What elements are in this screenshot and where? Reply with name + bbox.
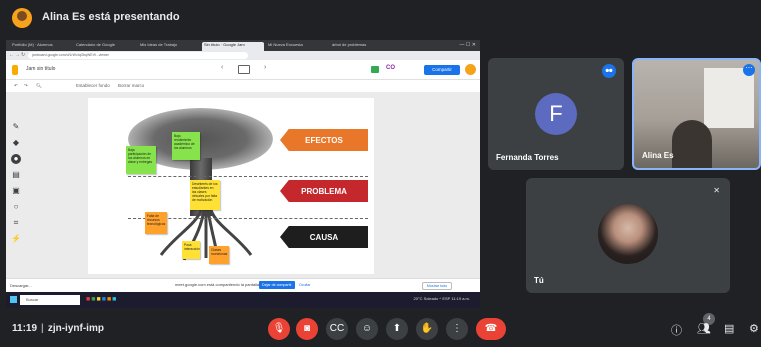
frame-bar-icon[interactable] <box>238 65 250 74</box>
browser-tab-active[interactable]: Sin título · Google Jam <box>202 42 264 51</box>
circle-icon[interactable]: ○ <box>11 202 21 212</box>
zoom-icon[interactable]: 🔍︎ <box>36 83 42 89</box>
windows-taskbar: Buscar ■■■■■■ 20°C Soleado ^ ESP 11:19 a… <box>6 292 480 308</box>
causa-banner[interactable]: CAUSA <box>280 226 368 248</box>
taskbar-search[interactable]: Buscar <box>20 295 80 305</box>
video-background <box>704 68 754 128</box>
participant-tile-alina[interactable]: ⋯ Alina Es <box>632 58 761 170</box>
sticky-note[interactable]: Poca interacción <box>182 241 200 259</box>
presenting-title: Alina Es está presentando <box>42 11 180 23</box>
redo-icon[interactable]: ↷ <box>24 83 28 89</box>
sticky-note[interactable]: Baja participación de los alumnos en cla… <box>126 146 156 174</box>
window-controls-icon[interactable]: — ☐ ✕ <box>460 42 476 48</box>
account-avatar[interactable] <box>465 64 476 75</box>
download-item[interactable]: Descargar... <box>10 283 32 288</box>
select-icon[interactable]: ● <box>11 154 21 164</box>
participant-tile-fernanda[interactable]: ⦁⦁ F Fernanda Torres <box>488 58 624 170</box>
start-icon[interactable] <box>10 296 17 303</box>
browser-tab[interactable]: Calendario de Google <box>74 42 136 51</box>
present-button[interactable]: ⬆ <box>386 318 408 340</box>
meeting-code: zjn-iynf-imp <box>47 323 104 334</box>
address-bar: ← → ↻ jamboard.google.com/d/1rWvIqOkqWEr… <box>6 51 480 60</box>
more-options-button[interactable]: ⋮ <box>446 318 468 340</box>
speaking-indicator-icon: ⦁⦁ <box>602 64 616 78</box>
activities-icon[interactable]: ⚙ <box>749 322 759 335</box>
problema-banner[interactable]: PROBLEMA <box>280 180 368 202</box>
eraser-icon[interactable]: ◆ <box>11 138 21 148</box>
clear-frame-button[interactable]: Borrar marco <box>118 83 144 88</box>
show-all-button[interactable]: Mostrar todo <box>422 282 452 290</box>
participant-name: Fernanda Torres <box>496 153 559 162</box>
sticky-note-icon[interactable]: ▤ <box>11 170 21 180</box>
top-bar: Alina Es está presentando <box>0 0 761 38</box>
presenter-avatar <box>12 8 32 28</box>
laser-icon[interactable]: ⚡ <box>11 234 21 244</box>
collaborators-icon: CO <box>386 65 395 71</box>
browser-tab[interactable]: Portfolio (M) · Alumnos <box>10 42 72 51</box>
efectos-banner[interactable]: EFECTOS <box>280 129 368 151</box>
reload-icon[interactable]: ↻ <box>21 52 25 58</box>
emoji-button[interactable]: ☺ <box>356 318 378 340</box>
problem-tree-frame[interactable]: Baja participación de los alumnos en cla… <box>88 98 374 274</box>
participant-tile-self[interactable]: ✕ Tú <box>526 178 730 293</box>
jamboard-canvas[interactable]: ✎ ◆ ● ▤ ▣ ○ ⌗ ⚡ Baja participación de lo… <box>6 92 480 278</box>
url-field[interactable]: jamboard.google.com/d/1rWvIqOkqWEr9...vi… <box>28 52 248 59</box>
participant-video <box>672 120 712 168</box>
text-box-icon[interactable]: ⌗ <box>11 218 21 228</box>
participant-name: Tú <box>534 276 544 285</box>
camera-off-button[interactable]: ◙ <box>296 318 318 340</box>
stop-sharing-button[interactable]: Dejar de compartir <box>259 281 295 289</box>
tool-rail: ✎ ◆ ● ▤ ▣ ○ ⌗ ⚡ <box>10 122 24 252</box>
mic-off-icon: ✕ <box>713 186 720 195</box>
browser-tab[interactable]: árbol de problemas <box>330 42 392 51</box>
bottom-control-bar: 11:19 | zjn-iynf-imp 🎙︎ ◙ CC ☺ ⬆ ✋ ⋮ ☎ ⓘ 4… <box>0 312 761 347</box>
raise-hand-button[interactable]: ✋ <box>416 318 438 340</box>
browser-tab-strip: Portfolio (M) · Alumnos Calendario de Go… <box>6 40 480 51</box>
avatar: F <box>535 93 577 135</box>
system-tray[interactable]: 20°C Soleado ^ ESP 11:19 a.m. <box>414 296 470 301</box>
sticky-note[interactable]: Desinterés de los estudiantes en las cla… <box>190 180 220 210</box>
screen-share-notice: meet.google.com está compartiendo la pan… <box>171 280 321 290</box>
share-button[interactable]: Compartir <box>424 65 460 75</box>
meet-icon[interactable] <box>371 66 379 73</box>
image-icon[interactable]: ▣ <box>11 186 21 196</box>
info-icon[interactable]: ⓘ <box>671 322 682 338</box>
set-background-button[interactable]: Establecer fondo <box>76 83 110 88</box>
hang-up-button[interactable]: ☎ <box>476 318 506 340</box>
browser-tab[interactable]: Mis Ideas de Trabajo <box>138 42 200 51</box>
more-options-icon[interactable]: ⋯ <box>743 64 755 76</box>
forward-icon[interactable]: → <box>15 52 20 58</box>
share-notice-text: meet.google.com está compartiendo la pan… <box>175 282 260 287</box>
self-video <box>598 204 658 264</box>
taskbar-apps-icon[interactable]: ■■■■■■ <box>86 296 117 303</box>
prev-frame-icon[interactable]: ‹ <box>221 64 223 71</box>
jamboard-toolbar: ↶ ↷ 🔍︎ Establecer fondo Borrar marco <box>6 80 480 92</box>
divider-line <box>128 176 368 177</box>
hide-notice-button[interactable]: Ocultar <box>296 281 314 289</box>
pen-icon[interactable]: ✎ <box>11 122 21 132</box>
sticky-note[interactable]: Bajo rendimiento académico de los alumno… <box>172 132 200 160</box>
back-icon[interactable]: ← <box>9 52 14 58</box>
sticky-note[interactable]: Clases monótonas <box>209 246 229 264</box>
shared-screen[interactable]: Portfolio (M) · Alumnos Calendario de Go… <box>6 40 480 308</box>
clock: 11:19 <box>12 323 38 334</box>
people-icon[interactable]: 👥︎ <box>697 322 711 335</box>
meeting-info: 11:19 | zjn-iynf-imp <box>12 323 104 334</box>
sticky-note[interactable]: Falta de recursos tecnológicos <box>145 212 167 234</box>
participant-name: Alina Es <box>642 151 674 160</box>
jam-title[interactable]: Jam sin título <box>26 66 55 72</box>
captions-button[interactable]: CC <box>326 318 348 340</box>
next-frame-icon[interactable]: › <box>264 64 266 71</box>
chat-icon[interactable]: ▤ <box>724 322 734 335</box>
undo-icon[interactable]: ↶ <box>14 83 18 89</box>
jamboard-header: Jam sin título ‹ › CO Compartir <box>6 60 480 80</box>
mic-off-button[interactable]: 🎙︎ <box>268 318 290 340</box>
jamboard-logo-icon <box>12 65 18 75</box>
browser-tab[interactable]: Mi Nueva Encuesta <box>266 42 328 51</box>
